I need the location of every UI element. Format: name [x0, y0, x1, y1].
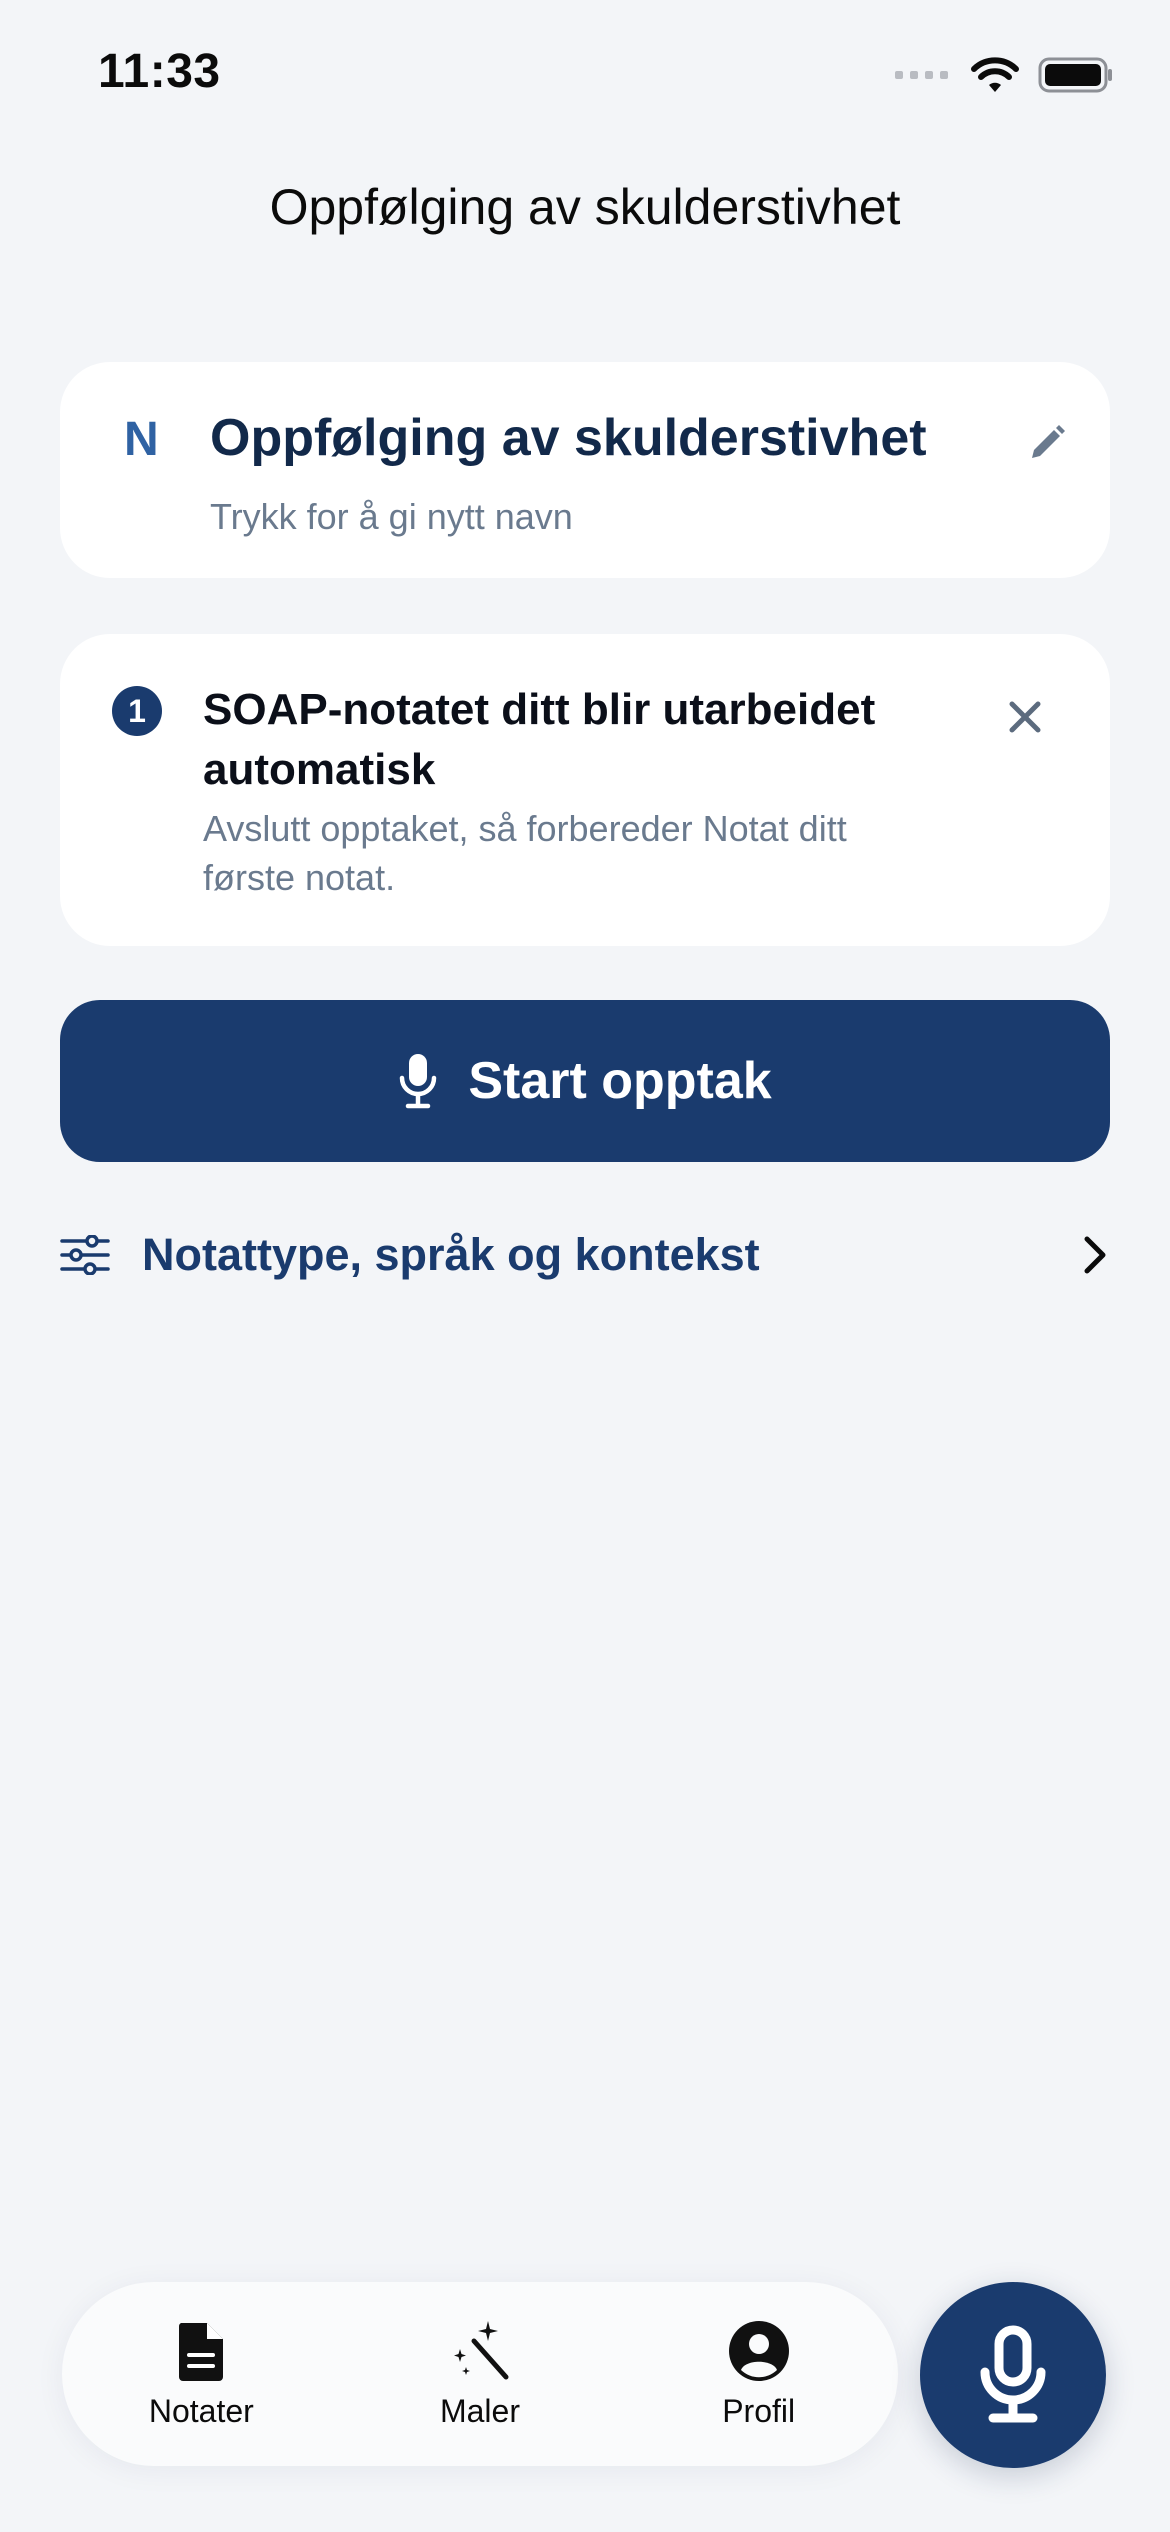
- chevron-right-icon: [1084, 1236, 1106, 1274]
- tab-profil[interactable]: Profil: [659, 2319, 859, 2430]
- pencil-icon[interactable]: [1022, 420, 1070, 468]
- step-number-badge: 1: [112, 686, 162, 736]
- page-title: Oppfølging av skulderstivhet: [269, 179, 901, 235]
- cellular-signal-icon: [895, 71, 948, 79]
- record-fab-button[interactable]: [920, 2282, 1106, 2468]
- note-badge: N: [124, 413, 159, 466]
- status-icons: [895, 50, 1114, 100]
- start-recording-label: Start opptak: [468, 1052, 772, 1110]
- note-name-card[interactable]: [60, 362, 1110, 578]
- profile-icon: [728, 2320, 789, 2381]
- tab-label: Maler: [439, 2392, 520, 2429]
- info-card-title: SOAP-notatet ditt blir utarbeidet automa…: [203, 685, 876, 794]
- magic-wand-icon: [453, 2320, 509, 2379]
- note-settings-label: Notattype, språk og kontekst: [142, 1229, 760, 1280]
- tab-notater[interactable]: Notater: [101, 2319, 301, 2430]
- microphone-icon: [980, 2325, 1046, 2423]
- info-card-text: Avslutt opptaket, så forbereder Notat di…: [203, 808, 847, 898]
- start-recording-button[interactable]: Start opptak: [60, 1000, 1110, 1162]
- note-settings-row[interactable]: Notattype, språk og kontekst: [60, 1220, 1110, 1290]
- tab-label: Profil: [722, 2392, 796, 2429]
- document-icon: [179, 2322, 224, 2381]
- wifi-icon: [971, 57, 1019, 92]
- tab-label: Notater: [148, 2392, 254, 2429]
- close-icon[interactable]: [1000, 692, 1050, 742]
- tab-maler[interactable]: Maler: [380, 2319, 580, 2430]
- rename-hint: Trykk for å gi nytt navn: [210, 496, 573, 537]
- note-title[interactable]: Oppfølging av skulderstivhet: [210, 408, 927, 468]
- microphone-icon: [400, 1054, 437, 1109]
- status-time: 11:33: [98, 45, 221, 98]
- battery-icon: [1038, 57, 1112, 93]
- sliders-icon: [60, 1235, 110, 1275]
- bottom-tab-bar: Notater Maler Profil: [62, 2282, 898, 2466]
